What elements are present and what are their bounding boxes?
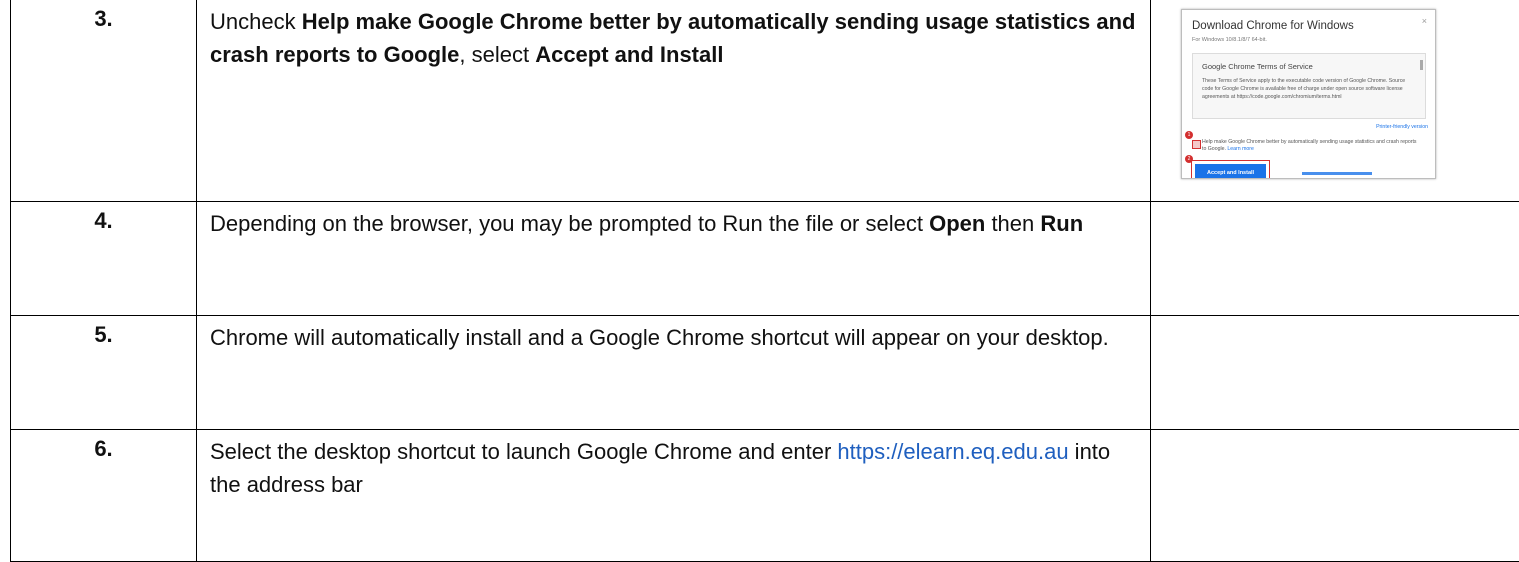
step-text: Depending on the browser, you may be pro… [197, 202, 1151, 316]
background-button-edge [1302, 172, 1372, 175]
learn-more-link: Learn more [1227, 146, 1254, 152]
table-row: 5. Chrome will automatically install and… [11, 316, 1519, 430]
bold-text: Accept and Install [535, 42, 723, 67]
step-badge: 1 [1185, 131, 1193, 139]
accept-and-install-button: Accept and Install [1195, 164, 1266, 179]
step-text: Select the desktop shortcut to launch Go… [197, 430, 1151, 562]
instructions-table: 3. Uncheck Help make Google Chrome bette… [10, 0, 1519, 562]
highlight-box: Accept and Install [1191, 160, 1270, 179]
printer-friendly-link: Printer-friendly version [1376, 124, 1428, 130]
scrollbar-thumb [1420, 60, 1423, 70]
text-run: Select the desktop shortcut to launch Go… [210, 439, 837, 464]
step-number: 5. [11, 316, 197, 430]
dialog-title: Download Chrome for Windows [1192, 20, 1354, 32]
terms-body: These Terms of Service apply to the exec… [1202, 77, 1412, 101]
terms-heading: Google Chrome Terms of Service [1202, 62, 1313, 71]
step-number: 4. [11, 202, 197, 316]
bold-text: Open [929, 211, 985, 236]
usage-stats-checkbox [1192, 140, 1201, 149]
text-run: then [985, 211, 1040, 236]
step-image-cell [1151, 202, 1519, 316]
close-icon: × [1422, 16, 1427, 26]
chrome-download-dialog-screenshot: Download Chrome for Windows For Windows … [1181, 9, 1436, 179]
step-text: Chrome will automatically install and a … [197, 316, 1151, 430]
text-run: , select [459, 42, 535, 67]
step-image-cell [1151, 430, 1519, 562]
bold-text: Run [1040, 211, 1083, 236]
dialog-subtitle: For Windows 10/8.1/8/7 64-bit. [1192, 37, 1267, 43]
table-row: 3. Uncheck Help make Google Chrome bette… [11, 0, 1519, 202]
url-link[interactable]: https://elearn.eq.edu.au [837, 439, 1068, 464]
step-image-cell [1151, 316, 1519, 430]
text-run: Depending on the browser, you may be pro… [210, 211, 929, 236]
step-number: 6. [11, 430, 197, 562]
checkbox-label: Help make Google Chrome better by automa… [1202, 139, 1422, 152]
step-number: 3. [11, 0, 197, 202]
step-text: Uncheck Help make Google Chrome better b… [197, 0, 1151, 202]
terms-box: Google Chrome Terms of Service These Ter… [1192, 53, 1426, 119]
table-row: 4. Depending on the browser, you may be … [11, 202, 1519, 316]
text-run: Uncheck [210, 9, 302, 34]
table-row: 6. Select the desktop shortcut to launch… [11, 430, 1519, 562]
text-run: Chrome will automatically install and a … [210, 325, 1109, 350]
step-image-cell: Download Chrome for Windows For Windows … [1151, 0, 1519, 202]
